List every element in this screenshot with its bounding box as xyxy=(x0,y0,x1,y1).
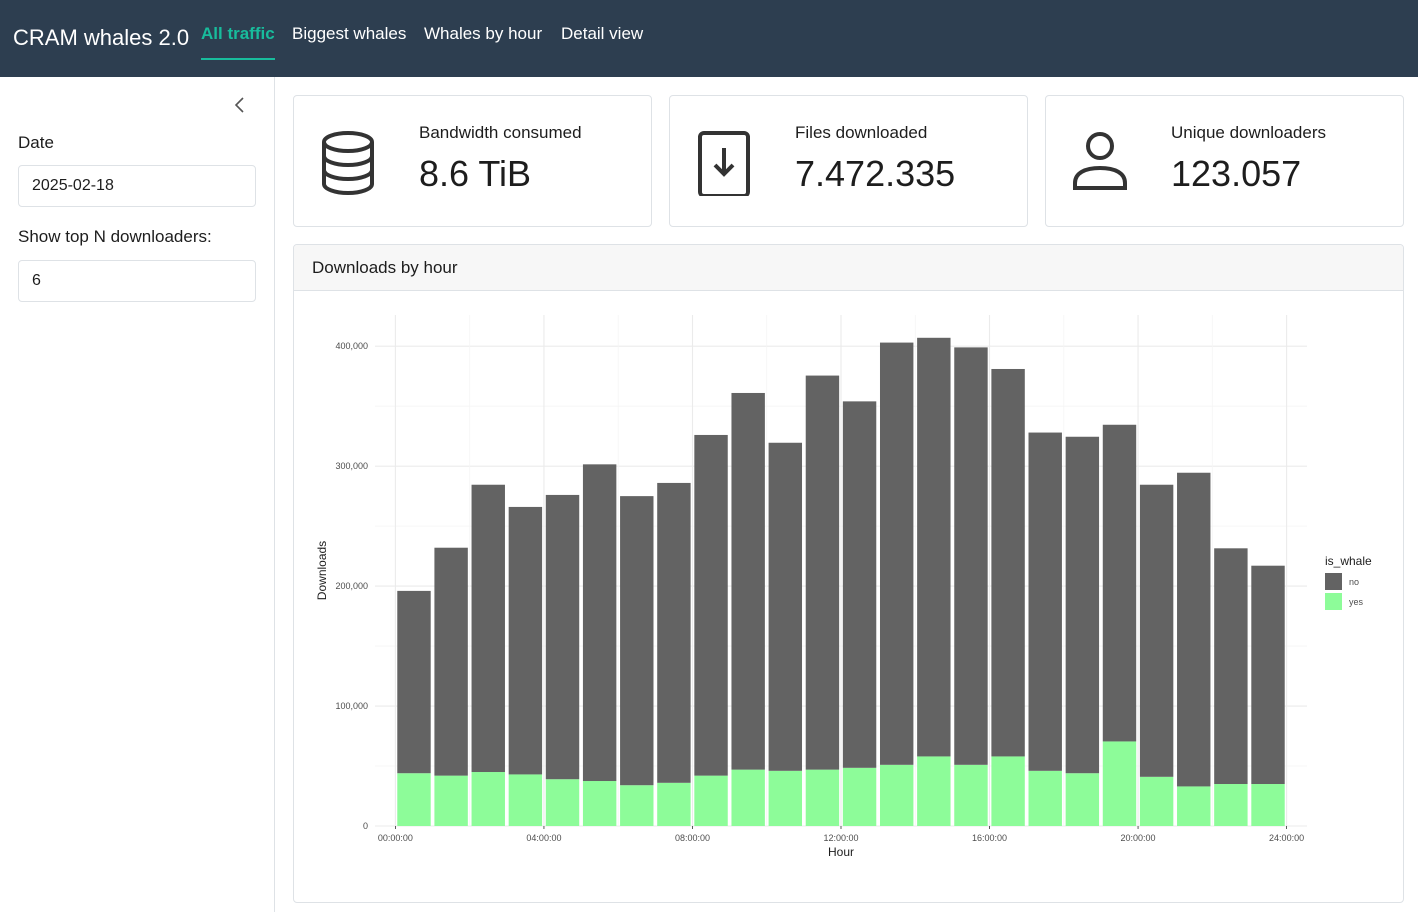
downloaders-title: Unique downloaders xyxy=(1171,123,1326,142)
bar-no xyxy=(1139,484,1174,777)
bar-yes xyxy=(1102,741,1137,826)
bar-yes xyxy=(731,769,765,826)
legend-title: is_whale xyxy=(1325,554,1372,568)
bar-yes xyxy=(471,772,505,826)
topn-label: Show top N downloaders: xyxy=(18,227,212,246)
bar-yes xyxy=(917,756,951,826)
bar-no xyxy=(1214,548,1248,785)
y-tick-label: 300,000 xyxy=(335,461,368,471)
bar-no xyxy=(1028,432,1062,771)
bar-no xyxy=(1065,436,1100,774)
bar-no xyxy=(434,547,468,776)
x-axis-title: Hour xyxy=(828,845,854,859)
x-tick-label: 00:00:00 xyxy=(378,833,413,843)
bar-no xyxy=(397,590,431,774)
value-box-downloaders: Unique downloaders 123.057 xyxy=(1045,95,1404,227)
bar-yes xyxy=(954,764,988,826)
bar-yes xyxy=(1028,770,1062,826)
bar-yes xyxy=(879,764,914,826)
y-axis-title: Downloads xyxy=(315,541,329,600)
x-tick-label: 08:00:00 xyxy=(675,833,710,843)
bar-no xyxy=(508,506,543,775)
tab-all-traffic[interactable]: All traffic xyxy=(201,24,275,60)
x-tick-label: 12:00:00 xyxy=(823,833,858,843)
bar-no xyxy=(545,494,580,780)
person-icon xyxy=(1072,130,1128,196)
bar-yes xyxy=(805,769,840,826)
y-tick-label: 400,000 xyxy=(335,341,368,351)
tab-detail-view[interactable]: Detail view xyxy=(561,24,643,60)
bar-no xyxy=(1177,472,1211,787)
x-tick-label: 04:00:00 xyxy=(526,833,561,843)
file-download-icon xyxy=(696,130,752,198)
bar-no xyxy=(805,375,840,770)
date-input[interactable]: 2025-02-18 xyxy=(18,165,256,207)
bar-no xyxy=(657,482,691,783)
bar-yes xyxy=(842,767,877,826)
card-header: Downloads by hour xyxy=(294,245,1403,291)
bar-yes xyxy=(582,781,617,826)
bar-no xyxy=(471,484,505,773)
downloads-by-hour-card: Downloads by hour 0 100,000 200,000 300,000… xyxy=(293,244,1404,903)
bar-yes xyxy=(991,756,1025,826)
bar-no xyxy=(917,337,951,757)
bar-no xyxy=(694,434,728,776)
legend-label-no: no xyxy=(1349,577,1359,587)
date-label: Date xyxy=(18,133,54,152)
bandwidth-value: 8.6 TiB xyxy=(419,153,532,194)
bar-no xyxy=(1251,565,1285,785)
bar-no xyxy=(954,347,988,765)
bar-yes xyxy=(657,782,691,826)
bar-no xyxy=(620,496,654,786)
tab-whales-by-hour[interactable]: Whales by hour xyxy=(424,24,542,60)
bar-yes xyxy=(694,775,728,826)
legend-swatch-no xyxy=(1325,573,1342,590)
downloads-chart: 0 100,000 200,000 300,000 400,000 00:00:00 04:… xyxy=(315,315,1372,859)
legend-swatch-yes xyxy=(1325,593,1342,610)
navbar: CRAM whales 2.0 All traffic Biggest whal… xyxy=(0,0,1418,77)
files-value: 7.472.335 xyxy=(795,153,956,194)
chevron-left-icon[interactable] xyxy=(230,95,250,115)
bar-no xyxy=(582,464,617,782)
bar-yes xyxy=(434,775,468,826)
bar-no xyxy=(1102,424,1137,742)
bar-yes xyxy=(545,779,580,826)
bandwidth-title: Bandwidth consumed xyxy=(419,123,582,142)
value-box-bandwidth: Bandwidth consumed 8.6 TiB xyxy=(293,95,652,227)
bar-no xyxy=(991,368,1025,757)
bar-yes xyxy=(620,785,654,826)
database-icon xyxy=(320,130,376,196)
bar-yes xyxy=(768,770,803,826)
x-tick-label: 20:00:00 xyxy=(1121,833,1156,843)
bar-no xyxy=(879,342,914,765)
legend-label-yes: yes xyxy=(1349,597,1364,607)
y-tick-label: 200,000 xyxy=(335,581,368,591)
y-tick-label: 100,000 xyxy=(335,701,368,711)
bar-yes xyxy=(1065,773,1100,826)
app-title: CRAM whales 2.0 xyxy=(13,25,190,50)
x-tick-label: 24:00:00 xyxy=(1269,833,1304,843)
card-title: Downloads by hour xyxy=(312,258,458,277)
topn-input[interactable]: 6 xyxy=(18,260,256,302)
value-box-files: Files downloaded 7.472.335 xyxy=(669,95,1028,227)
bar-yes xyxy=(508,774,543,826)
y-tick-label: 0 xyxy=(363,821,368,831)
bar-no xyxy=(731,392,765,770)
downloaders-value: 123.057 xyxy=(1171,153,1302,194)
bar-no xyxy=(768,442,803,771)
bar-no xyxy=(842,401,877,768)
x-tick-label: 16:00:00 xyxy=(972,833,1007,843)
files-title: Files downloaded xyxy=(795,123,928,142)
bar-yes xyxy=(1139,776,1174,826)
bar-yes xyxy=(1251,784,1285,826)
bar-yes xyxy=(397,773,431,826)
tab-biggest-whales[interactable]: Biggest whales xyxy=(292,24,406,60)
bar-yes xyxy=(1177,786,1211,826)
sidebar: Date 2025-02-18 Show top N downloaders: … xyxy=(0,77,275,912)
bar-yes xyxy=(1214,784,1248,826)
